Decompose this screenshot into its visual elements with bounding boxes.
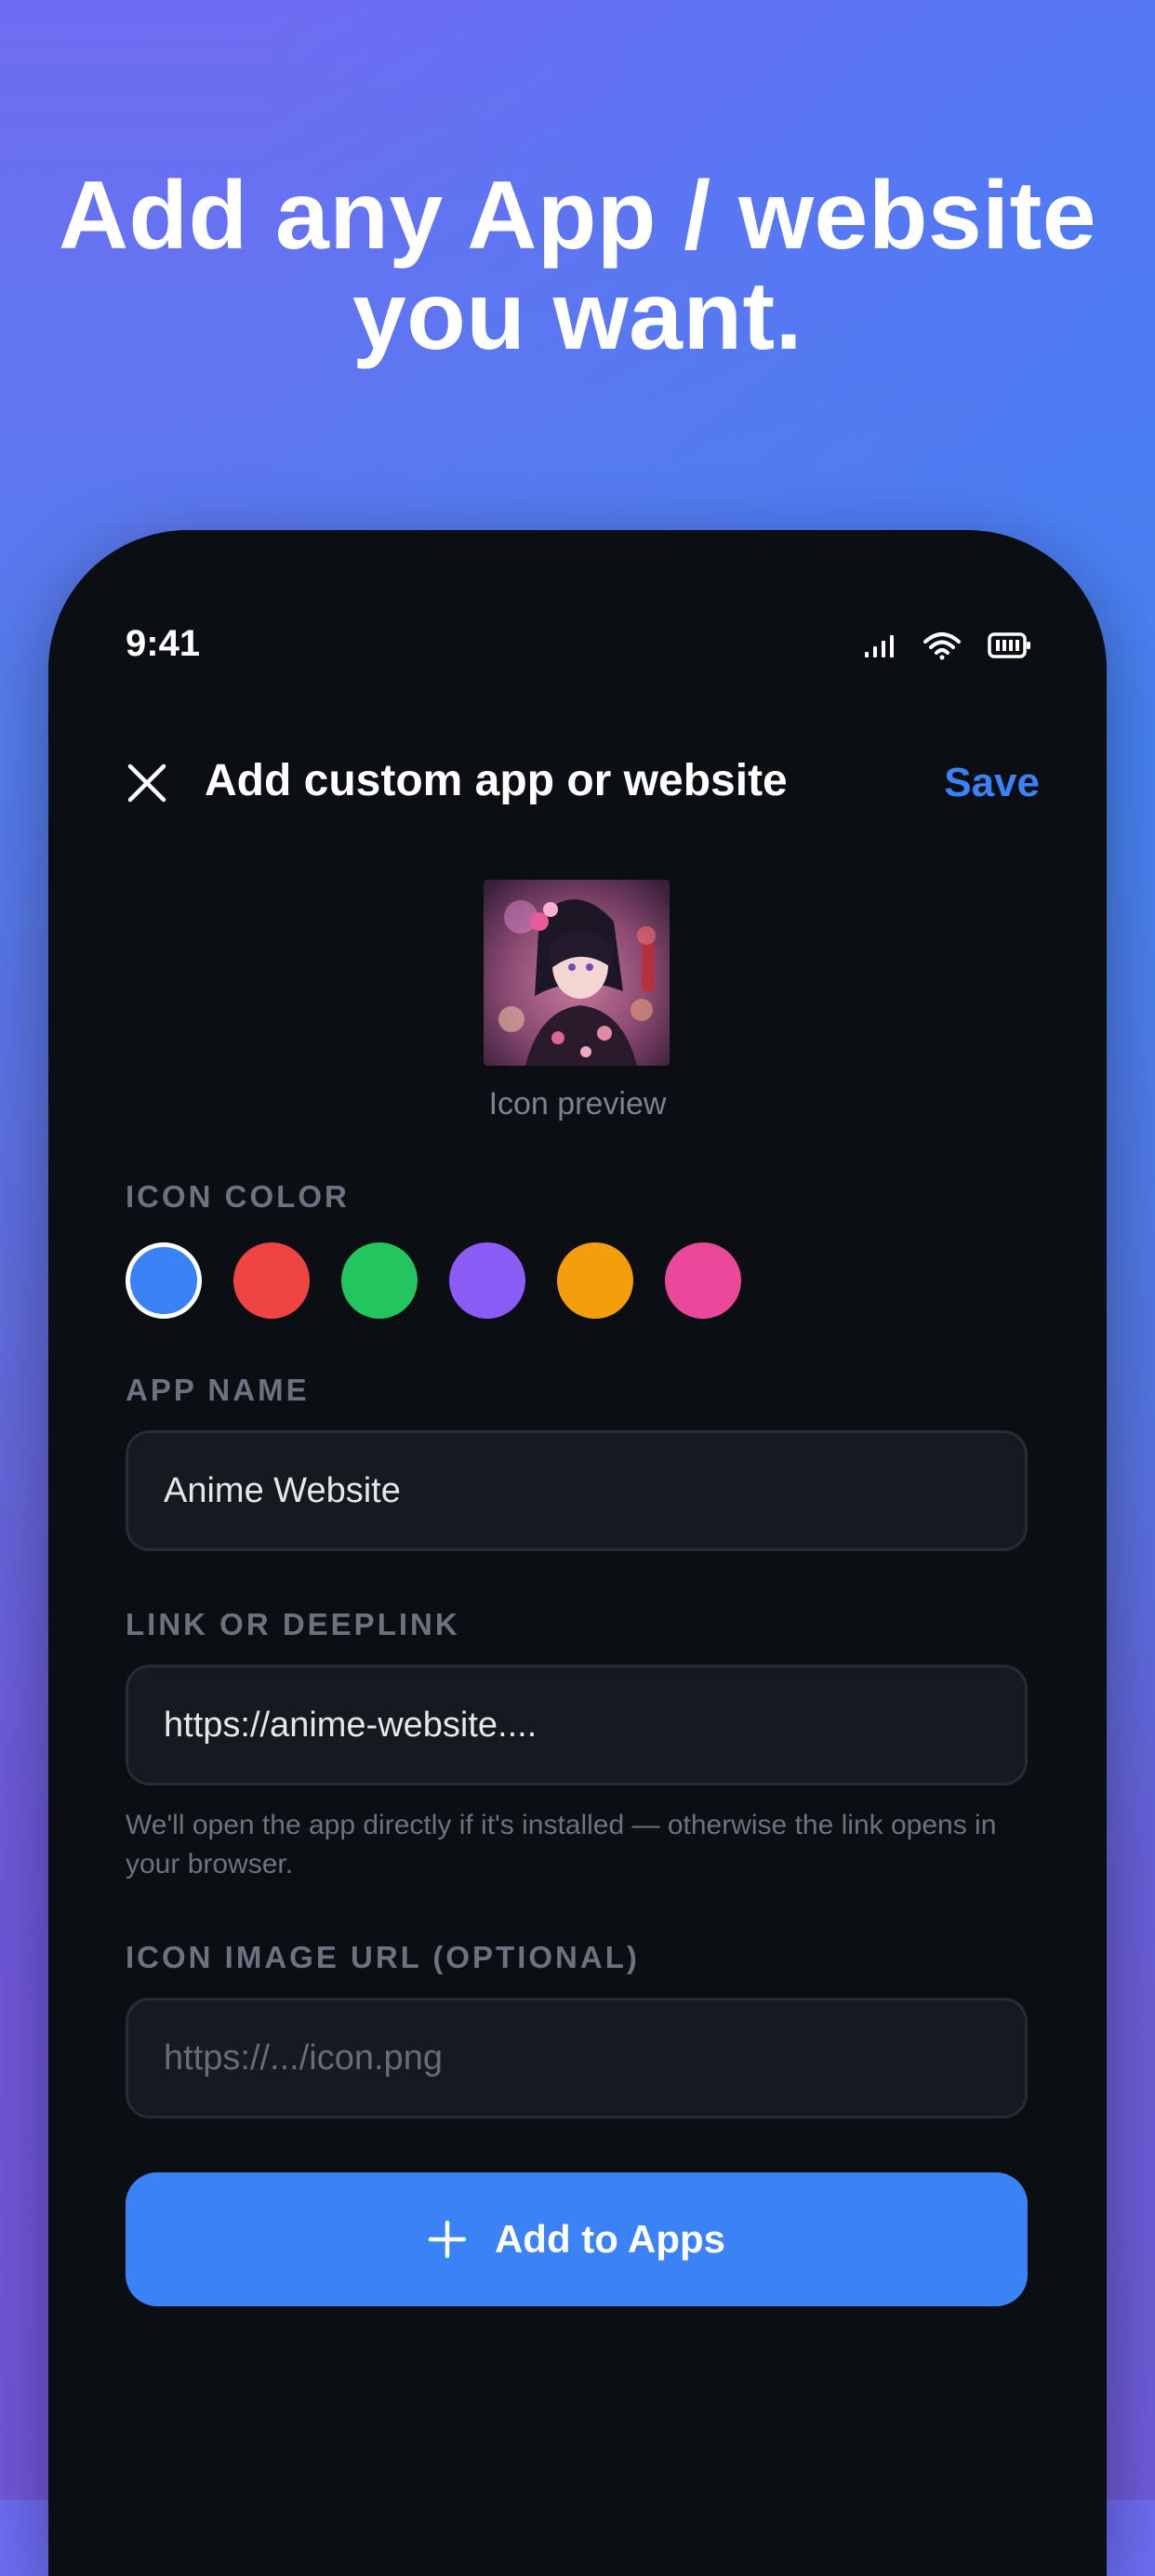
add-to-apps-button[interactable]: Add to Apps: [126, 2172, 1028, 2306]
phone-frame: 9:41 Add custom app or website Save Icon…: [48, 530, 1107, 2576]
color-swatch-green[interactable]: [341, 1242, 418, 1319]
save-button[interactable]: Save: [944, 755, 1040, 811]
icon-url-label: ICON IMAGE URL (OPTIONAL): [126, 1940, 640, 1974]
headline-line-2: you want.: [352, 262, 803, 370]
close-button[interactable]: [125, 761, 169, 805]
color-swatch-pink[interactable]: [665, 1242, 741, 1319]
app-name-label: APP NAME: [126, 1373, 310, 1407]
close-icon: [127, 764, 166, 803]
status-time: 9:41: [126, 623, 201, 664]
icon-color-swatches: [126, 1242, 741, 1319]
status-icons: [863, 631, 1032, 665]
headline-line-1: Add any App / website: [58, 162, 1097, 270]
icon-url-input[interactable]: https://.../icon.png: [126, 1998, 1028, 2118]
link-label: LINK OR DEEPLINK: [126, 1607, 460, 1641]
signal-icon: [863, 631, 896, 664]
battery-icon: [988, 631, 1032, 664]
plus-icon: [428, 2220, 467, 2259]
icon-color-label: ICON COLOR: [126, 1179, 350, 1214]
icon-preview-image: [484, 880, 670, 1066]
color-swatch-red[interactable]: [233, 1242, 310, 1319]
promo-headline: Add any App / website you want.: [0, 166, 1155, 366]
link-hint: We'll open the app directly if it's inst…: [126, 1810, 997, 1879]
app-name-input[interactable]: Anime Website: [126, 1430, 1028, 1551]
color-swatch-blue[interactable]: [126, 1242, 202, 1319]
icon-preview-label: Icon preview: [488, 1086, 667, 1122]
link-input[interactable]: https://anime-website....: [126, 1665, 1028, 1786]
page-title: Add custom app or website: [205, 756, 788, 805]
color-swatch-orange[interactable]: [557, 1242, 633, 1319]
add-to-apps-label: Add to Apps: [494, 2217, 726, 2261]
wifi-icon: [923, 631, 962, 665]
color-swatch-purple[interactable]: [449, 1242, 525, 1319]
